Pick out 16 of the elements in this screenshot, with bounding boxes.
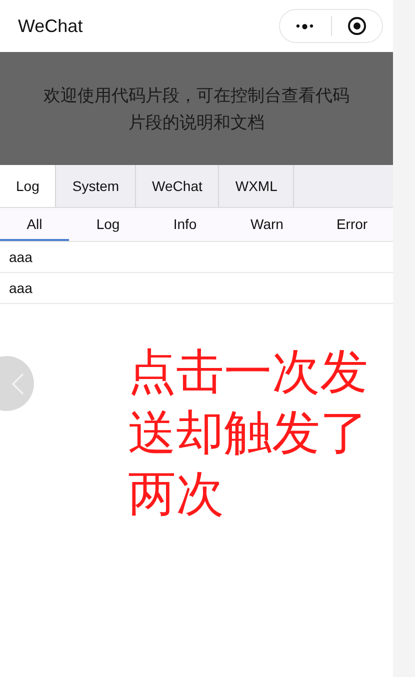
filter-tab[interactable]: Info bbox=[147, 208, 223, 241]
console-tab[interactable]: System bbox=[56, 165, 136, 207]
console-tab[interactable]: Log bbox=[0, 165, 56, 207]
banner-text: 欢迎使用代码片段，可在控制台查看代码片段的说明和文档 bbox=[42, 84, 350, 134]
annotation-text: 点击一次发送却触发了两次 bbox=[128, 345, 369, 523]
console-tab[interactable]: WXML bbox=[219, 165, 294, 207]
log-row: aaa bbox=[0, 242, 393, 273]
filter-tab[interactable]: Log bbox=[69, 208, 147, 241]
log-row: aaa bbox=[0, 273, 393, 304]
filter-tab[interactable]: Error bbox=[311, 208, 393, 241]
console-tab[interactable]: WeChat bbox=[136, 165, 220, 207]
close-target-icon[interactable] bbox=[346, 16, 367, 36]
filter-tab[interactable]: Warn bbox=[223, 208, 311, 241]
filter-tab[interactable]: All bbox=[0, 208, 69, 241]
more-button[interactable]: •●• bbox=[296, 19, 315, 33]
nav-title: WeChat bbox=[18, 16, 83, 36]
